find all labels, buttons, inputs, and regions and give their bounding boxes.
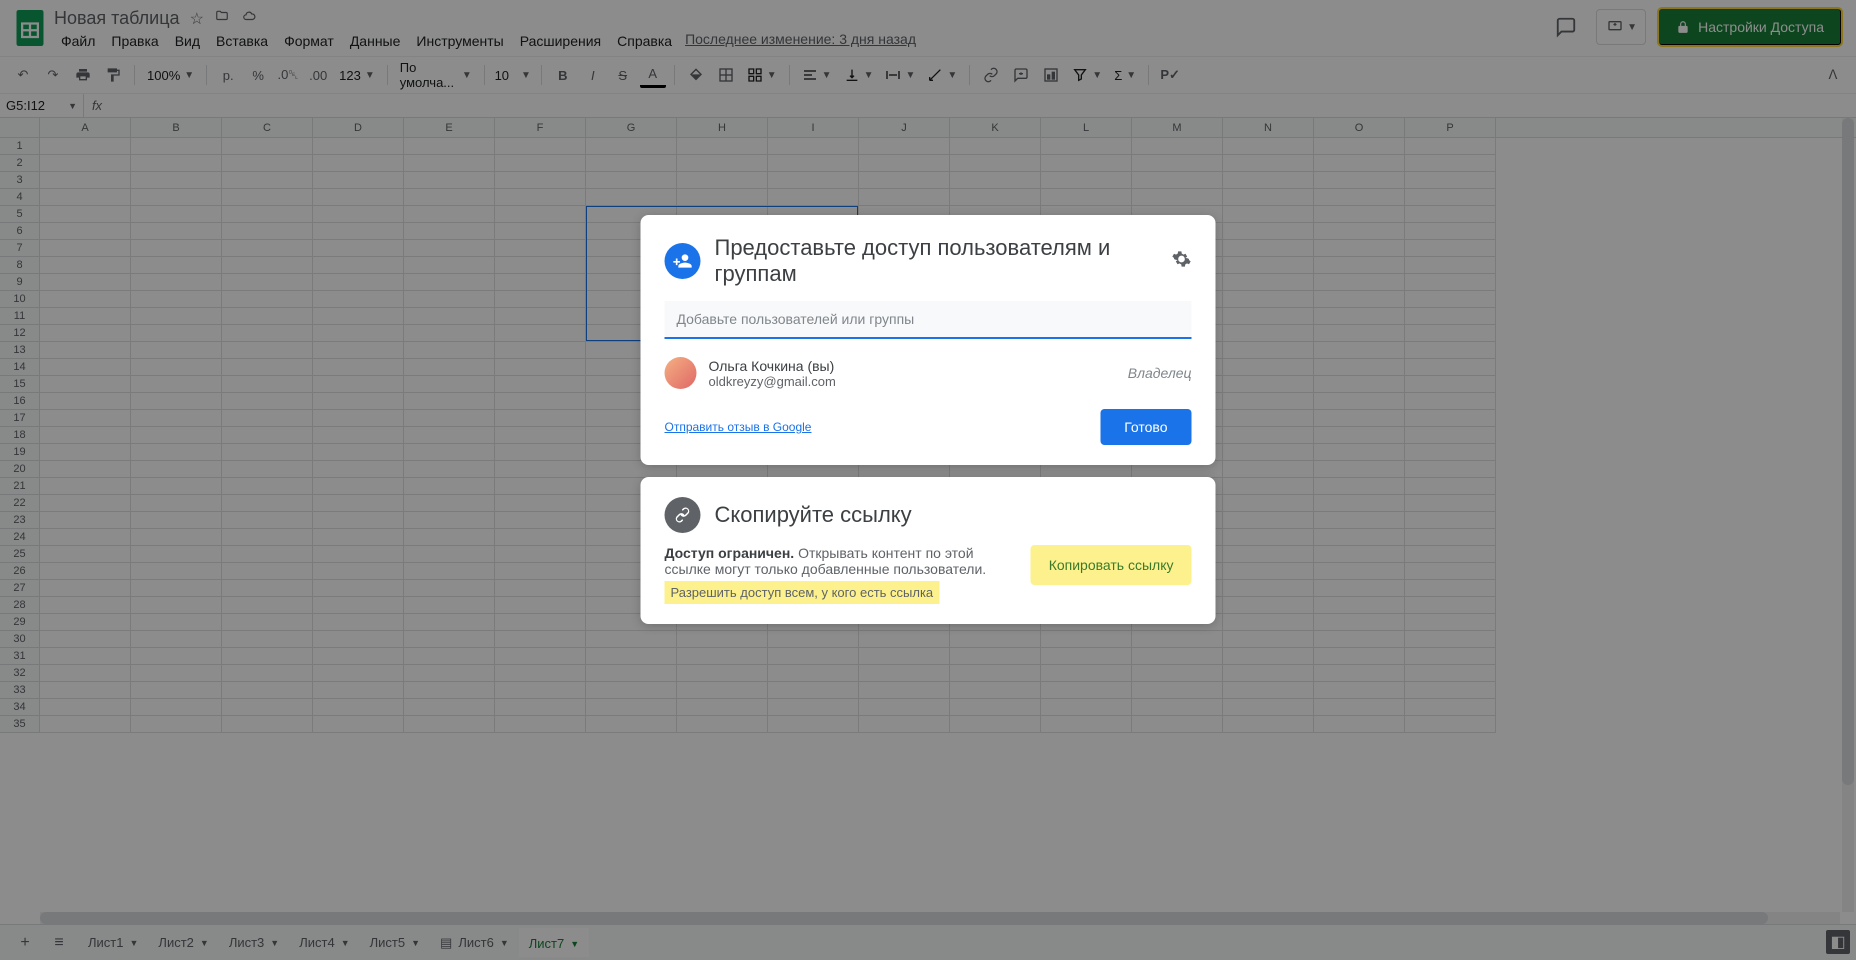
link-icon — [665, 497, 701, 533]
share-people-modal: Предоставьте доступ пользователям и груп… — [641, 215, 1216, 465]
allow-anyone-link[interactable]: Разрешить доступ всем, у кого есть ссылк… — [665, 581, 940, 604]
get-link-modal: Скопируйте ссылку Доступ ограничен. Откр… — [641, 477, 1216, 624]
link-modal-title: Скопируйте ссылку — [715, 502, 1192, 528]
copy-link-button[interactable]: Копировать ссылку — [1031, 545, 1192, 585]
user-email: oldkreyzy@gmail.com — [709, 374, 1116, 389]
user-name: Ольга Кочкина (вы) — [709, 358, 1116, 374]
user-role: Владелец — [1128, 365, 1192, 381]
avatar — [665, 357, 697, 389]
link-description: Доступ ограничен. Открывать контент по э… — [665, 545, 1015, 604]
person-add-icon — [665, 243, 701, 279]
add-people-input[interactable] — [665, 301, 1192, 339]
feedback-link[interactable]: Отправить отзыв в Google — [665, 420, 812, 434]
gear-icon[interactable] — [1172, 249, 1192, 274]
done-button[interactable]: Готово — [1100, 409, 1191, 445]
share-modal-title: Предоставьте доступ пользователям и груп… — [715, 235, 1158, 287]
